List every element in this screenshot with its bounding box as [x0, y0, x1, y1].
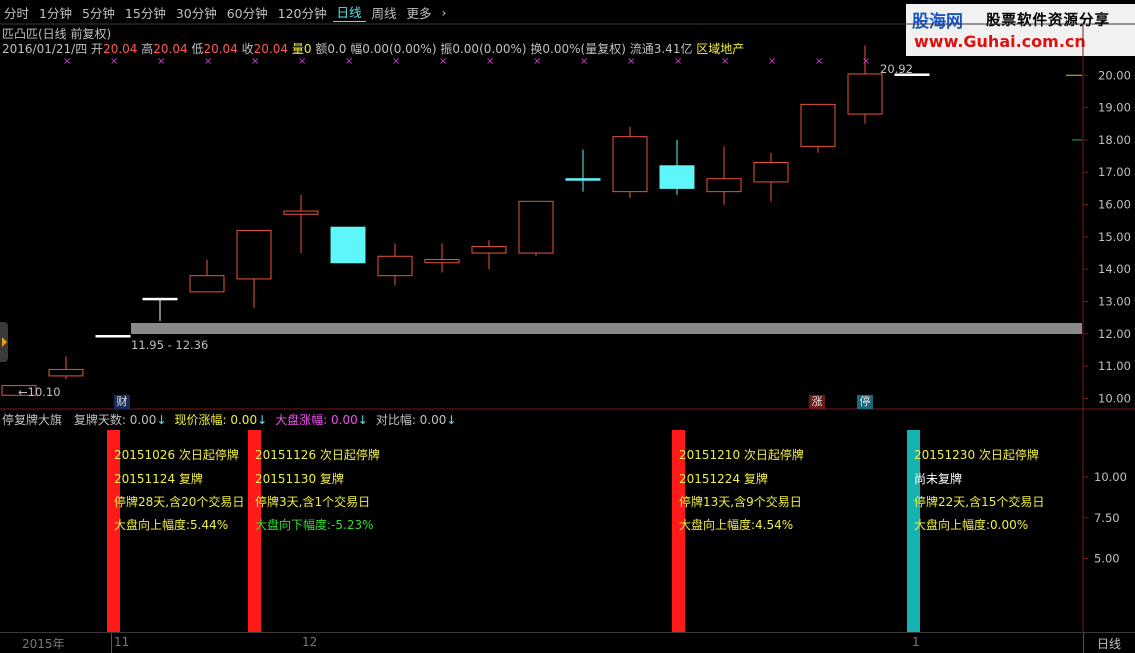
- candle-body[interactable]: [847, 73, 883, 115]
- candle-body[interactable]: [424, 259, 460, 264]
- year-label: 2015年: [22, 637, 65, 651]
- side-collapse-handle[interactable]: [0, 322, 8, 362]
- indicator-axis-label: 10.00: [1094, 470, 1127, 484]
- event-x-marker: ×: [486, 56, 494, 67]
- event-x-marker: ×: [768, 56, 776, 67]
- finance-tag[interactable]: 财: [114, 395, 130, 409]
- down-arrow-icon: ↓: [257, 413, 268, 427]
- price-range-band: [131, 323, 1082, 334]
- event-x-marker: ×: [815, 56, 823, 67]
- flag-halt-date: 20151026 次日起停牌: [114, 448, 239, 462]
- candle-body[interactable]: [330, 226, 366, 264]
- flag-halt-date: 20151230 次日起停牌: [914, 448, 1039, 462]
- event-x-marker: ×: [674, 56, 682, 67]
- indicator-field-label: 对比幅:: [375, 413, 416, 427]
- candle-body[interactable]: [48, 368, 84, 377]
- candle-body[interactable]: [706, 178, 742, 193]
- down-arrow-icon: ↓: [446, 413, 457, 427]
- tick-divider: [1083, 633, 1084, 653]
- flag-market-change: 大盘向上幅度:0.00%: [914, 518, 1029, 532]
- price-axis-label: 13.00: [1098, 295, 1131, 309]
- flag-resume-date: 20151224 复牌: [679, 472, 768, 486]
- price-axis-label: 11.00: [1098, 359, 1131, 373]
- event-x-marker: ×: [392, 56, 400, 67]
- event-x-marker: ×: [580, 56, 588, 67]
- event-x-marker: ×: [862, 56, 870, 67]
- high-price-annotation: 20.92: [880, 62, 913, 76]
- candle-body[interactable]: [612, 136, 648, 193]
- event-x-marker: ×: [157, 56, 165, 67]
- event-x-marker: ×: [533, 56, 541, 67]
- kline-chart[interactable]: 20.0019.0018.0017.0016.0015.0014.0013.00…: [0, 0, 1135, 652]
- indicator-axis-label: 7.50: [1094, 511, 1120, 525]
- indicator-axis-label: 5.00: [1094, 552, 1120, 566]
- month-jan-label: 1: [912, 635, 920, 649]
- flag-market-change: 大盘向上幅度:5.44%: [114, 518, 229, 532]
- flag-market-change: 大盘向下幅度:-5.23%: [255, 518, 374, 532]
- candle-body[interactable]: [471, 246, 507, 254]
- range-annotation: 11.95 - 12.36: [131, 338, 209, 352]
- candle-body[interactable]: [283, 210, 319, 215]
- indicator-field-value: 0.00: [125, 413, 157, 427]
- candle-body[interactable]: [95, 334, 131, 338]
- candle-body[interactable]: [659, 165, 695, 189]
- candle-body[interactable]: [565, 178, 601, 181]
- event-x-marker: ×: [439, 56, 447, 67]
- flag-resume-date: 尚未复牌: [914, 472, 963, 486]
- indicator-field-value: 0.00: [327, 413, 358, 427]
- price-axis-label: 15.00: [1098, 230, 1131, 244]
- flag-halt-duration: 停牌28天,含20个交易日: [114, 495, 245, 509]
- expand-arrow-icon: [2, 337, 7, 347]
- price-axis-label: 20.00: [1098, 68, 1131, 82]
- indicator-field-label: 复牌天数:: [73, 413, 126, 427]
- price-axis-label: 19.00: [1098, 101, 1131, 115]
- down-arrow-icon: ↓: [357, 413, 368, 427]
- flag-resume-date: 20151130 复牌: [255, 472, 344, 486]
- event-x-marker: ×: [251, 56, 259, 67]
- flag-halt-duration: 停牌13天,含9个交易日: [679, 495, 802, 509]
- indicator-name[interactable]: 停复牌大旗: [2, 413, 62, 427]
- event-x-marker: ×: [63, 56, 71, 67]
- price-axis-label: 16.00: [1098, 198, 1131, 212]
- flag-halt-date: 20151126 次日起停牌: [255, 448, 380, 462]
- event-x-marker: ×: [204, 56, 212, 67]
- time-axis: 2015年 11 12 1 日线: [0, 632, 1135, 653]
- limit-up-tag[interactable]: 涨: [809, 395, 825, 409]
- indicator-title-bar: 停复牌大旗 复牌天数: 0.00↓ 现价涨幅: 0.00↓ 大盘涨幅: 0.00↓ 对…: [2, 411, 456, 428]
- tick-divider: [111, 633, 112, 653]
- candle-body[interactable]: [236, 229, 272, 280]
- candle-body[interactable]: [142, 297, 178, 301]
- candle-body[interactable]: [518, 200, 554, 254]
- flag-halt-duration: 停牌22天,含15个交易日: [914, 495, 1045, 509]
- event-x-marker: ×: [298, 56, 306, 67]
- event-x-marker: ×: [345, 56, 353, 67]
- low-price-annotation: ←10.10: [18, 385, 61, 399]
- candle-body[interactable]: [377, 255, 413, 277]
- price-axis-label: 18.00: [1098, 133, 1131, 147]
- price-axis-label: 12.00: [1098, 327, 1131, 341]
- flag-market-change: 大盘向上幅度:4.54%: [679, 518, 794, 532]
- indicator-field-value: 0.00: [415, 413, 447, 427]
- event-x-marker: ×: [721, 56, 729, 67]
- indicator-field-label: 现价涨幅:: [174, 413, 227, 427]
- price-axis-label: 17.00: [1098, 165, 1131, 179]
- flag-halt-date: 20151210 次日起停牌: [679, 448, 804, 462]
- candle-body[interactable]: [800, 103, 836, 147]
- event-x-marker: ×: [110, 56, 118, 67]
- candle-body[interactable]: [753, 162, 789, 183]
- month-nov-label: 11: [114, 635, 130, 649]
- indicator-field-value: 0.00: [226, 413, 258, 427]
- candle-body[interactable]: [189, 275, 225, 293]
- flag-resume-date: 20151124 复牌: [114, 472, 203, 486]
- flag-halt-duration: 停牌3天,含1个交易日: [255, 495, 371, 509]
- period-label[interactable]: 日线: [1097, 635, 1121, 652]
- event-x-marker: ×: [627, 56, 635, 67]
- price-axis-label: 14.00: [1098, 262, 1131, 276]
- indicator-field-label: 大盘涨幅:: [275, 413, 328, 427]
- month-dec-label: 12: [302, 635, 318, 649]
- suspension-tag[interactable]: 停: [857, 395, 873, 409]
- down-arrow-icon: ↓: [156, 413, 167, 427]
- price-axis-label: 10.00: [1098, 392, 1131, 406]
